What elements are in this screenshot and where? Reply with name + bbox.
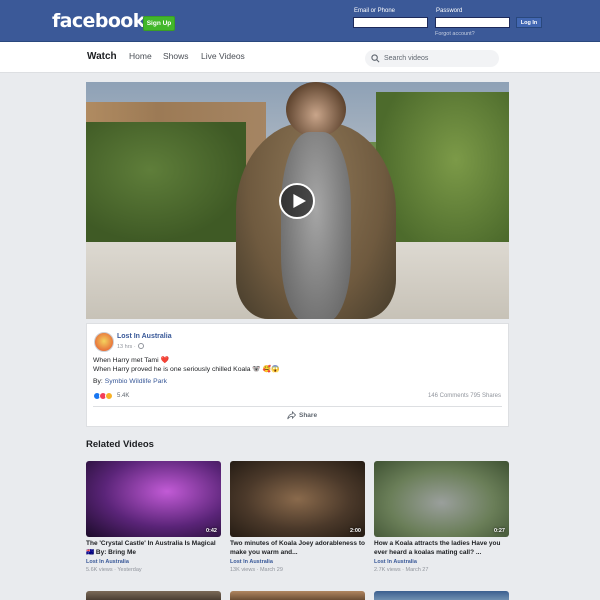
video-duration: 2:00 <box>349 528 361 534</box>
top-bar: facebook Sign Up Email or Phone Password… <box>0 0 600 42</box>
video-frame-bush-left <box>86 122 246 242</box>
video-thumbnail[interactable]: 0:42 <box>86 461 221 537</box>
password-label: Password <box>436 8 463 14</box>
forgot-account-link[interactable]: Forgot account? <box>435 31 475 37</box>
post-text-line-1: When Harry met Tami ❤️ <box>93 357 169 364</box>
video-title[interactable]: The 'Crystal Castle' In Australia Is Mag… <box>86 540 221 557</box>
share-icon <box>287 411 296 420</box>
password-field[interactable] <box>435 17 510 28</box>
tab-shows[interactable]: Shows <box>163 51 189 61</box>
video-duration: 0:42 <box>205 528 217 534</box>
play-icon <box>292 194 306 208</box>
video-thumbnail[interactable]: 2:00 <box>230 461 365 537</box>
tab-live-videos[interactable]: Live Videos <box>201 51 245 61</box>
haha-reaction-icon <box>105 392 113 400</box>
share-label: Share <box>299 412 318 419</box>
email-label: Email or Phone <box>354 8 396 14</box>
tab-home[interactable]: Home <box>129 51 152 61</box>
video-meta: 2.7K views · March 27 <box>374 567 429 573</box>
video-thumbnail[interactable]: 0:27 <box>374 461 509 537</box>
video-title[interactable]: Two minutes of Koala Joey adorableness t… <box>230 540 365 557</box>
search-icon <box>371 50 380 68</box>
divider <box>93 406 502 407</box>
credit-link[interactable]: Symbio Wildlife Park <box>105 378 167 385</box>
post-time-text: 13 hrs · <box>117 344 136 350</box>
video-title[interactable]: How a Koala attracts the ladies Have you… <box>374 540 509 557</box>
post-text-line-2: When Harry proved he is one seriously ch… <box>93 366 280 373</box>
facebook-logo[interactable]: facebook <box>52 10 145 32</box>
search-input[interactable]: Search videos <box>365 50 499 67</box>
comments-shares-count[interactable]: 146 Comments 795 Shares <box>428 393 501 399</box>
video-meta: 5.6K views · Yesterday <box>86 567 142 573</box>
reactions[interactable]: 5.4K <box>93 392 129 400</box>
reaction-count: 5.4K <box>117 393 130 399</box>
email-field[interactable] <box>353 17 428 28</box>
globe-icon <box>137 343 144 349</box>
share-button[interactable]: Share <box>287 411 317 420</box>
play-button[interactable] <box>279 183 315 219</box>
tab-watch[interactable]: Watch <box>87 51 117 62</box>
video-frame-koala <box>281 132 351 319</box>
video-duration: 0:27 <box>493 528 505 534</box>
page-avatar[interactable] <box>94 332 114 352</box>
video-frame-head <box>286 82 346 137</box>
credit-prefix: By: <box>93 378 105 385</box>
log-in-button[interactable]: Log In <box>516 17 542 28</box>
video-thumbnail[interactable] <box>374 591 509 600</box>
video-page-link[interactable]: Lost In Australia <box>230 559 273 565</box>
video-page-link[interactable]: Lost In Australia <box>374 559 417 565</box>
watch-nav: Watch Home Shows Live Videos Search vide… <box>0 42 600 73</box>
search-placeholder: Search videos <box>384 55 429 62</box>
page-name-link[interactable]: Lost In Australia <box>117 333 172 340</box>
video-thumbnail[interactable] <box>86 591 221 600</box>
post-timestamp[interactable]: 13 hrs · <box>117 343 144 350</box>
video-thumbnail[interactable] <box>230 591 365 600</box>
post-credit: By: Symbio Wildlife Park <box>93 378 167 385</box>
video-page-link[interactable]: Lost In Australia <box>86 559 129 565</box>
related-videos-heading: Related Videos <box>86 439 154 450</box>
post-card: Lost In Australia 13 hrs · When Harry me… <box>86 323 509 427</box>
video-meta: 13K views · March 29 <box>230 567 283 573</box>
sign-up-button[interactable]: Sign Up <box>143 16 175 31</box>
